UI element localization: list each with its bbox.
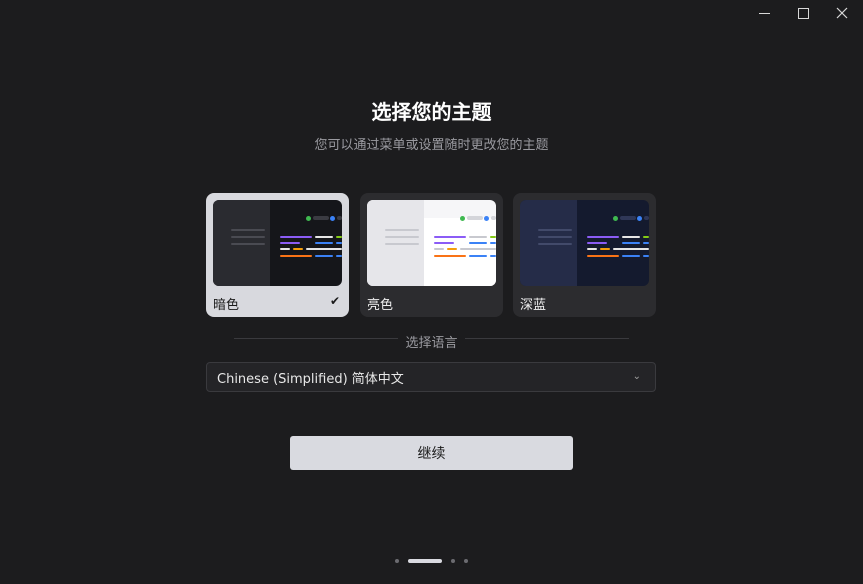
continue-button[interactable]: 继续 (290, 436, 573, 470)
language-select-value: Chinese (Simplified) 简体中文 (217, 371, 404, 387)
pager-dot (451, 559, 455, 563)
pager-dot (395, 559, 399, 563)
theme-card-light[interactable]: 亮色 (360, 193, 503, 317)
theme-card-dark[interactable]: 暗色 ✔ (206, 193, 349, 317)
theme-label: 暗色 (213, 298, 240, 313)
language-select[interactable]: Chinese (Simplified) 简体中文 ⌄ (206, 362, 656, 392)
language-section-label: 选择语言 (405, 336, 458, 351)
maximize-button[interactable] (783, 0, 823, 26)
page-subtitle: 您可以通过菜单或设置随时更改您的主题 (314, 138, 549, 153)
chevron-down-icon: ⌄ (632, 371, 641, 382)
theme-card-navy[interactable]: 深蓝 (513, 193, 656, 317)
pager-dot-active (408, 559, 442, 563)
pager-dot (464, 559, 468, 563)
check-icon: ✔ (329, 294, 340, 308)
theme-preview-light (367, 200, 496, 286)
close-button[interactable] (822, 0, 862, 26)
page-title: 选择您的主题 (371, 100, 492, 124)
theme-label: 深蓝 (520, 298, 547, 313)
theme-label: 亮色 (367, 298, 394, 313)
maximize-icon (797, 7, 809, 19)
theme-preview-dark (213, 200, 342, 286)
minimize-button[interactable] (744, 0, 784, 26)
minimize-icon (758, 12, 770, 14)
close-icon (836, 7, 848, 19)
theme-preview-navy (520, 200, 649, 286)
